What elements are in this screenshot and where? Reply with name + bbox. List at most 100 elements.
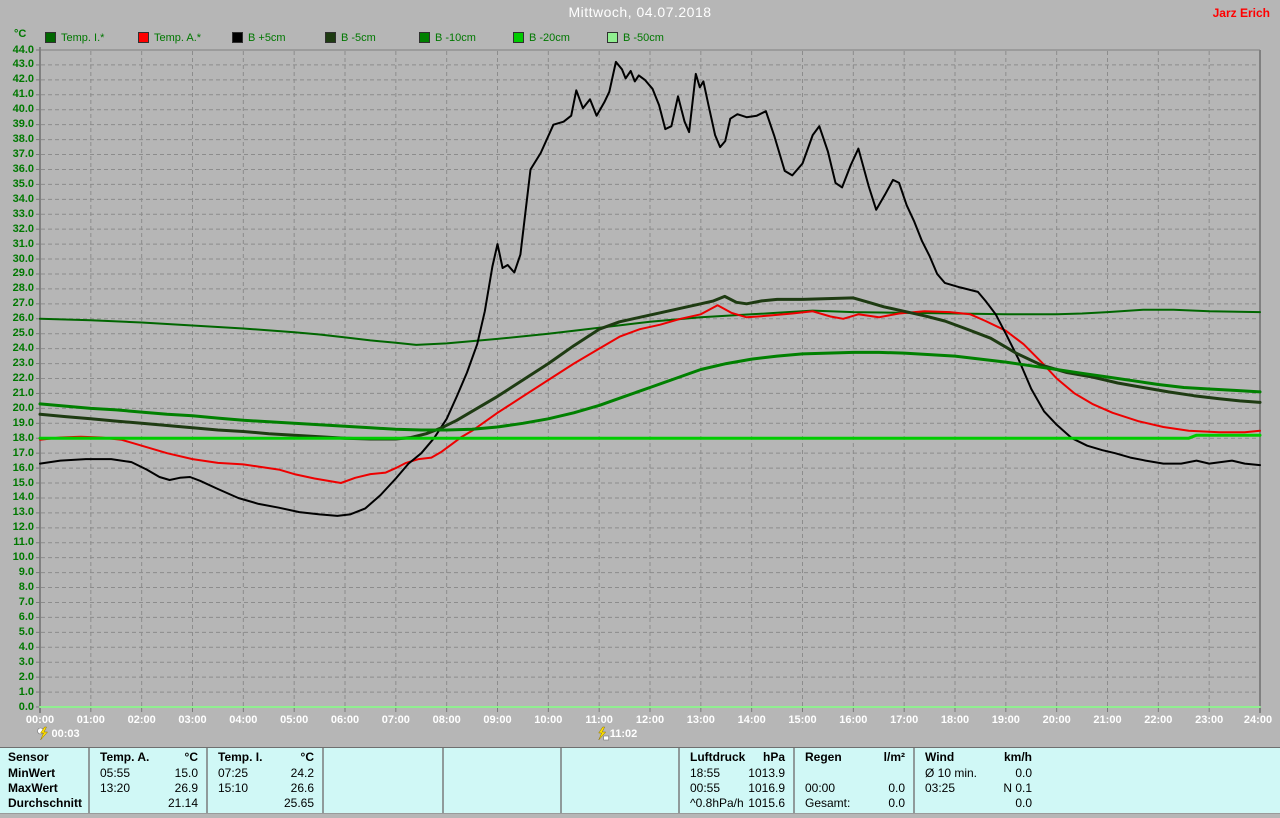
y-tick-label: 23.0 [12,357,34,370]
legend-item-b--10cm: B -10cm [419,31,476,44]
y-tick-label: 32.0 [12,222,34,235]
x-tick-label: 10:00 [534,714,563,726]
table-value: 25.65 [283,796,314,810]
table-column-temp-i-: Temp. I. °C 07:25 24.2 15:10 26.6 25.65 [206,748,322,814]
table-column-temp-a-: Temp. A. °C 05:55 15.0 13:20 26.9 21.14 [88,748,206,814]
legend-item-temp-i-: Temp. I.* [45,31,104,44]
legend-label: B +5cm [248,31,286,44]
x-tick-label: 20:00 [1042,714,1071,726]
y-tick-label: 42.0 [12,73,34,86]
table-value: 0.0 [888,796,905,810]
y-tick-label: 44.0 [12,43,34,56]
legend-label: Temp. I.* [61,31,105,44]
table-row-label: MinWert [8,766,56,780]
x-tick-label: 08:00 [432,714,461,726]
legend-item-temp-a-: Temp. A.* [138,31,201,44]
table-label: ^0.8hPa/h [690,796,744,810]
table-column-empty [442,748,560,814]
table-label: 05:55 [100,766,131,780]
table-value: N 0.1 [1003,781,1032,795]
x-tick-label: 12:00 [635,714,665,726]
y-tick-label: 20.0 [12,401,34,414]
y-tick-label: 2.0 [18,670,34,683]
table-label: 00:55 [690,781,721,795]
y-tick-label: 28.0 [12,282,34,295]
legend-label: B -5cm [341,31,376,44]
legend-swatch [325,32,336,43]
x-tick-label: 21:00 [1093,714,1122,726]
chart-plot-area[interactable] [0,0,1280,817]
y-tick-label: 24.0 [12,342,34,355]
y-tick-label: 15.0 [12,476,34,489]
y-tick-label: 9.0 [18,566,34,579]
x-tick-label: 22:00 [1144,714,1173,726]
y-tick-label: 17.0 [12,446,34,459]
y-tick-label: 27.0 [12,297,34,310]
x-tick-label: 24:00 [1243,714,1273,726]
legend-label: B -20cm [529,31,570,44]
x-tick-label: 06:00 [330,714,360,726]
y-tick-label: 30.0 [12,252,34,265]
table-label: 07:25 [218,766,249,780]
table-label: 18:55 [690,766,721,780]
x-tick-label: 02:00 [127,714,156,726]
y-tick-label: 13.0 [12,506,34,519]
table-label: 15:10 [218,781,249,795]
x-tick-label: 17:00 [890,714,919,726]
legend-swatch [138,32,149,43]
legend-swatch [419,32,430,43]
y-tick-label: 12.0 [12,521,34,534]
table-label: Regen [805,750,842,764]
table-row-label: MaxWert [8,781,58,795]
y-tick-label: 40.0 [12,103,34,116]
table-column-wind: Wind km/h Ø 10 min. 0.0 03:25 N 0.1 0.0 [913,748,1280,814]
x-tick-label: 16:00 [839,714,868,726]
x-tick-label: 11:00 [585,714,613,726]
table-value: 21.14 [167,796,198,810]
y-tick-label: 19.0 [12,416,34,429]
event-marker-icon [598,726,609,741]
table-value: l/m² [883,750,905,764]
table-value: 0.0 [1015,766,1032,780]
legend-item-b--5cm: B -5cm [325,31,376,44]
x-tick-label: 18:00 [940,714,970,726]
y-tick-label: 31.0 [12,237,34,250]
y-tick-label: 29.0 [12,267,34,280]
table-column-empty [322,748,442,814]
legend-swatch [607,32,618,43]
y-tick-label: 10.0 [12,551,34,564]
table-value: hPa [762,750,785,764]
legend-swatch [513,32,524,43]
table-label: 00:00 [805,781,836,795]
y-tick-label: 34.0 [12,192,34,205]
table-value: 26.9 [174,781,198,795]
footer-strip [0,813,1280,818]
table-label: Temp. I. [218,750,263,764]
y-tick-label: 16.0 [12,461,34,474]
y-tick-label: 8.0 [18,581,34,594]
y-tick-label: 43.0 [12,58,34,71]
x-tick-label: 03:00 [178,714,207,726]
event-marker-icon [37,726,49,741]
table-row-label: Sensor [8,750,49,764]
legend-swatch [232,32,243,43]
table-label: 03:25 [925,781,956,795]
table-value: 0.0 [888,781,905,795]
legend-item-b--20cm: B -20cm [513,31,570,44]
y-tick-label: 7.0 [18,595,34,608]
legend-swatch [45,32,56,43]
table-value: 1015.6 [748,796,785,810]
table-column-luftdruck: Luftdruck hPa 18:55 1013.9 00:55 1016.9 ^0.8hP… [678,748,793,814]
y-tick-label: 38.0 [12,133,34,146]
summary-table: Sensor MinWert MaxWert Durchschnitt Temp. A.… [0,747,1280,814]
table-value: 0.0 [1015,796,1032,810]
table-row-label: Durchschnitt [8,796,83,810]
y-tick-label: 6.0 [18,610,34,623]
table-label: Gesamt: [805,796,851,810]
event-marker-time: 11:02 [609,728,638,740]
x-tick-label: 09:00 [483,714,512,726]
y-tick-label: 0.0 [18,700,34,713]
y-tick-label: 21.0 [12,386,34,399]
x-tick-label: 04:00 [229,714,258,726]
y-tick-label: 22.0 [12,372,34,384]
